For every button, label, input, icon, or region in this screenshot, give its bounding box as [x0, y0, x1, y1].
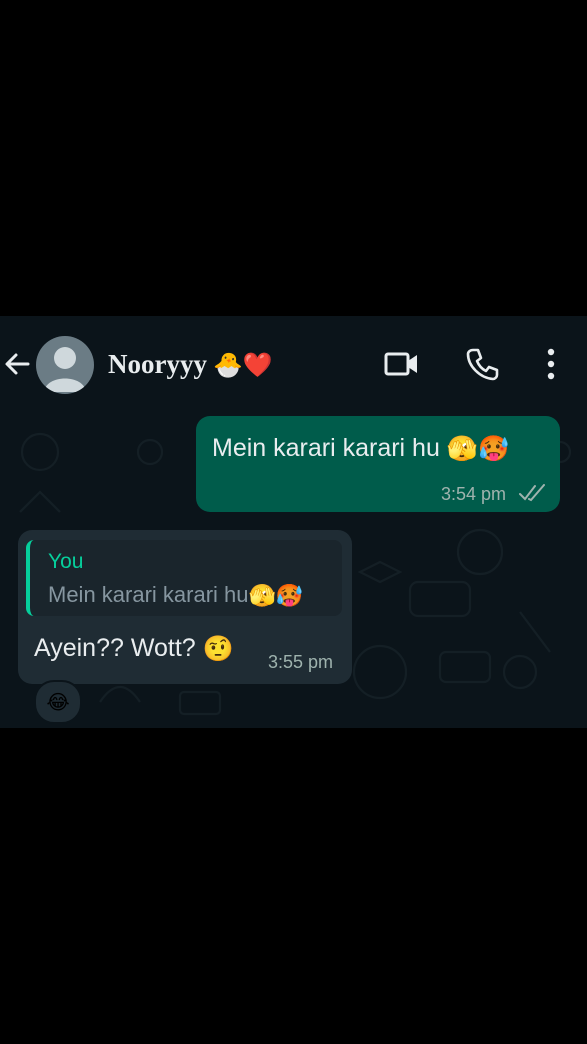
- reply-quote[interactable]: You Mein karari karari hu🫣🥵: [26, 540, 342, 616]
- chat-header: Nooryyy 🐣❤️: [0, 316, 587, 412]
- message-text: Mein karari karari hu 🫣🥵: [212, 434, 509, 464]
- video-call-icon[interactable]: [384, 346, 420, 382]
- incoming-message-bubble[interactable]: You Mein karari karari hu🫣🥵 Ayein?? Wott…: [18, 530, 352, 684]
- message-reaction[interactable]: 😂: [34, 680, 82, 724]
- outgoing-message-bubble[interactable]: Mein karari karari hu 🫣🥵 3:54 pm: [196, 416, 560, 512]
- message-text: Ayein?? Wott? 🤨: [34, 634, 234, 664]
- reaction-emoji: 😂: [46, 690, 70, 714]
- message-emojis: 🤨: [202, 634, 234, 664]
- read-receipt-icon: [519, 484, 545, 502]
- back-arrow-icon[interactable]: [2, 348, 34, 380]
- message-time: 3:54 pm: [441, 484, 507, 504]
- avatar[interactable]: [36, 336, 94, 394]
- reply-sender: You: [48, 550, 84, 573]
- contact-name-emojis: 🐣❤️: [212, 351, 273, 379]
- more-options-icon[interactable]: [540, 346, 562, 382]
- message-body: Mein karari karari hu: [212, 434, 440, 462]
- contact-name[interactable]: Nooryyy 🐣❤️: [108, 349, 273, 380]
- reply-body: Mein karari karari hu: [48, 582, 249, 607]
- contact-name-text: Nooryyy: [108, 349, 207, 379]
- message-emojis: 🫣🥵: [446, 434, 510, 464]
- voice-call-icon[interactable]: [464, 346, 500, 382]
- message-list[interactable]: Mein karari karari hu 🫣🥵 3:54 pm You Mei…: [0, 412, 587, 728]
- reply-text: Mein karari karari hu🫣🥵: [48, 582, 303, 609]
- chat-screen: Nooryyy 🐣❤️ Mein karari karari hu 🫣🥵 3:5…: [0, 316, 587, 728]
- message-time: 3:55 pm: [268, 652, 334, 672]
- default-avatar-icon: [44, 347, 86, 392]
- reply-emojis: 🫣🥵: [248, 583, 304, 609]
- message-body: Ayein?? Wott?: [34, 634, 196, 662]
